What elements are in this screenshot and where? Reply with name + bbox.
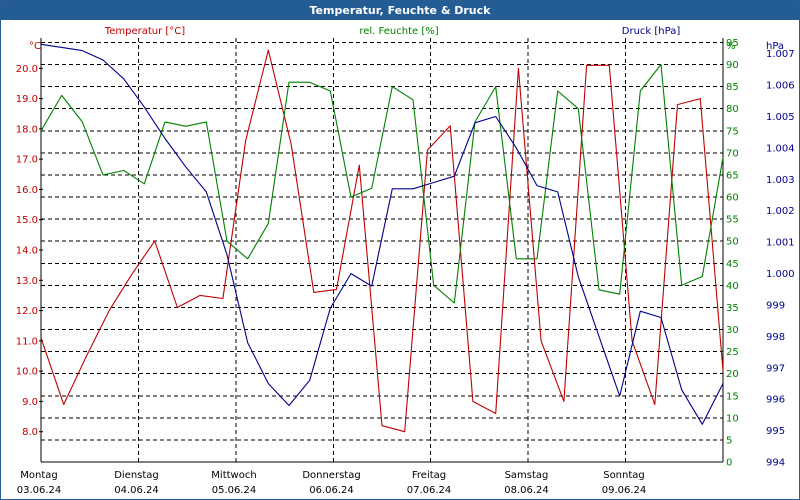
x-tick-day: Samstag [505, 470, 549, 481]
humidity-tick-label: 10 [726, 413, 739, 424]
x-tick-date: 03.06.24 [17, 485, 62, 496]
pressure-tick-label: 998 [766, 332, 785, 343]
x-tick-date: 04.06.24 [114, 485, 159, 496]
humidity-tick-label: 65 [726, 170, 739, 181]
pressure-unit-label: hPa [766, 41, 784, 52]
humidity-tick-label: 60 [726, 193, 739, 204]
humidity-tick-label: 55 [726, 215, 739, 226]
series-lines [40, 43, 724, 433]
grid [40, 38, 724, 463]
humidity-tick-label: 75 [726, 126, 739, 137]
pressure-tick-label: 994 [766, 458, 785, 469]
pressure-axis-ticks: 994 995 996 997 998 999 1.000 1.001 1.002 1.003 1.… [766, 41, 795, 469]
temperature-tick-label: 20.0 [16, 64, 38, 75]
humidity-axis-ticks: 05101520253035404550556065707580859095% [726, 38, 739, 469]
pressure-tick-label: 997 [766, 363, 785, 374]
humidity-tick-label: 50 [726, 237, 739, 248]
x-tick-day: Mittwoch [211, 470, 256, 481]
pressure-tick-label: 1.004 [766, 143, 795, 154]
temperature-tick-label: 14.0 [16, 246, 38, 257]
line-chart: 8.0 9.0 10.0 11.0 12.0 13.0 14.0 15.0 16.0 17.0 18… [16, 26, 795, 496]
series-line-right1 [40, 63, 724, 304]
temperature-unit-label: °C [29, 41, 41, 52]
pressure-tick-label: 1.001 [766, 238, 795, 249]
pressure-tick-label: 999 [766, 300, 785, 311]
temperature-tick-label: 15.0 [16, 215, 38, 226]
pressure-tick-label: 1.005 [766, 112, 795, 123]
x-tick-day: Montag [20, 470, 57, 481]
humidity-tick-label: 45 [726, 259, 739, 270]
temperature-tick-label: 19.0 [16, 94, 38, 105]
humidity-tick-label: 20 [726, 369, 739, 380]
temperature-tick-label: 16.0 [16, 185, 38, 196]
humidity-unit-label: % [726, 41, 736, 52]
pressure-tick-label: 1.002 [766, 206, 795, 217]
humidity-tick-label: 35 [726, 303, 739, 314]
temperature-tick-label: 10.0 [16, 367, 38, 378]
series-line-left [40, 49, 724, 433]
humidity-tick-label: 5 [726, 435, 732, 446]
x-tick-day: Dienstag [114, 470, 159, 481]
humidity-tick-label: 15 [726, 391, 739, 402]
series-label: Druck [hPa] [622, 26, 681, 37]
x-tick-date: 08.06.24 [504, 485, 549, 496]
humidity-tick-label: 80 [726, 104, 739, 115]
x-tick-date: 06.06.24 [309, 485, 354, 496]
pressure-tick-label: 1.003 [766, 175, 795, 186]
temperature-tick-label: 11.0 [16, 336, 38, 347]
chart-frame: Temperatur, Feuchte & Druck 8.0 9.0 10.0 11… [0, 0, 800, 500]
temperature-tick-label: 12.0 [16, 306, 38, 317]
series-line-right2 [40, 43, 724, 425]
x-axis-ticks: Montag 03.06.24 Dienstag 04.06.24 Mittwoch 05… [17, 470, 647, 496]
axis-labels: Temperatur [°C] rel. Feuchte [%] Druck [hP… [104, 26, 681, 37]
humidity-tick-label: 25 [726, 347, 739, 358]
series-label: rel. Feuchte [%] [359, 26, 438, 37]
x-tick-date: 09.06.24 [602, 485, 647, 496]
humidity-tick-label: 85 [726, 82, 739, 93]
x-tick-day: Sonntag [603, 470, 645, 481]
humidity-tick-label: 70 [726, 148, 739, 159]
temperature-tick-label: 13.0 [16, 276, 38, 287]
pressure-tick-label: 1.006 [766, 81, 795, 92]
x-tick-date: 05.06.24 [212, 485, 257, 496]
humidity-tick-label: 30 [726, 325, 739, 336]
x-tick-date: 07.06.24 [407, 485, 452, 496]
temperature-tick-label: 8.0 [22, 427, 38, 438]
temperature-tick-label: 9.0 [22, 397, 38, 408]
humidity-tick-label: 40 [726, 281, 739, 292]
pressure-tick-label: 996 [766, 395, 785, 406]
humidity-tick-label: 0 [726, 458, 732, 469]
x-tick-day: Donnerstag [302, 470, 360, 481]
temperature-tick-label: 17.0 [16, 155, 38, 166]
x-tick-day: Freitag [412, 470, 446, 481]
pressure-tick-label: 995 [766, 426, 785, 437]
series-label: Temperatur [°C] [104, 26, 185, 37]
humidity-tick-label: 90 [726, 60, 739, 71]
left-axis-ticks: 8.0 9.0 10.0 11.0 12.0 13.0 14.0 15.0 16.0 17.0 18… [16, 41, 43, 438]
temperature-tick-label: 18.0 [16, 124, 38, 135]
pressure-tick-label: 1.000 [766, 269, 795, 280]
